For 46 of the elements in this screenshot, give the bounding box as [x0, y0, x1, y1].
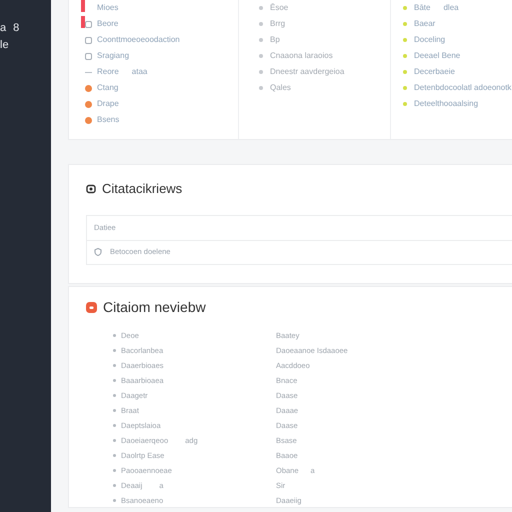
filter-option[interactable]: Sragiang [97, 50, 130, 62]
filter-option[interactable]: Brrg [270, 18, 286, 30]
option-note: dlea [443, 2, 459, 14]
bullet-icon [113, 364, 116, 367]
alert-icon [86, 302, 97, 313]
filter-option[interactable]: Qales [270, 82, 291, 94]
checkbox[interactable] [85, 52, 92, 60]
filter-option[interactable]: Bsens [97, 114, 120, 126]
bullet-icon [113, 469, 116, 472]
filter-option[interactable]: Beore [97, 18, 118, 30]
bullet-icon [113, 424, 116, 427]
sidebar-item[interactable]: 8 [13, 20, 20, 36]
option-note: ataa [132, 66, 148, 78]
filter-option[interactable]: Cnaaona laraoios [270, 50, 333, 62]
filter-option[interactable]: Bāte [414, 2, 430, 14]
bullet-icon [113, 394, 116, 397]
camera-icon [86, 184, 96, 194]
shield-icon [94, 248, 102, 256]
filter-option[interactable]: Deeael Bene [414, 50, 460, 62]
bullet-icon [113, 454, 116, 457]
checkbox[interactable] [85, 20, 92, 28]
sidebar-item[interactable]: a [0, 20, 6, 36]
filter-option[interactable]: Reore [97, 66, 119, 78]
filter-option[interactable]: Drape [97, 98, 119, 110]
filter-option[interactable]: Mioes [97, 2, 118, 14]
filter-option[interactable]: Ctang [97, 82, 118, 94]
bullet-icon [113, 349, 116, 352]
filter-option[interactable]: Ēsoe [270, 2, 288, 14]
filter-option[interactable]: Detenbdocoolatl adoeonotk [414, 82, 512, 94]
checkbox[interactable] [85, 36, 92, 44]
section-title: Citaiom neviebw [103, 298, 206, 317]
filter-option[interactable]: Coonttmoeoeoodaction [97, 34, 180, 46]
filter-option[interactable]: Dneestr aavdergeioa [270, 66, 344, 78]
bullet-icon [113, 499, 116, 502]
bullet-icon [113, 439, 116, 442]
filter-option[interactable]: Bp [270, 34, 280, 46]
bullet-icon [113, 379, 116, 382]
filter-option[interactable]: Baear [414, 18, 436, 30]
sidebar-item[interactable]: le [0, 36, 9, 52]
bullet-icon [113, 409, 116, 412]
filter-option[interactable]: Deteelthooaalsing [414, 98, 478, 110]
filter-option[interactable]: Decerbaeie [414, 66, 455, 78]
bullet-icon [113, 334, 116, 337]
section-title: Citatacikriews [102, 180, 182, 198]
bullet-icon [113, 484, 116, 487]
filter-option[interactable]: Doceling [414, 34, 446, 46]
